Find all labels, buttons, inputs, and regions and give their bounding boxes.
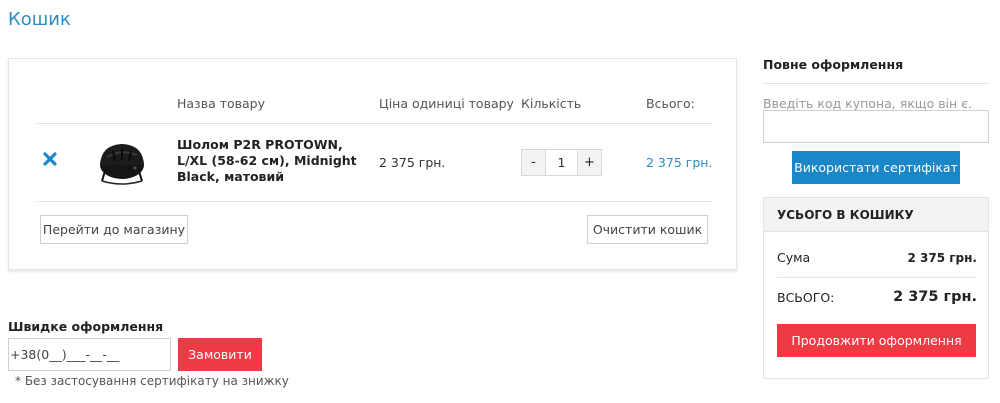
product-helmet-image[interactable]: [91, 135, 153, 189]
row-total: 2 375 грн.: [646, 155, 713, 170]
subtotal-row: Сума 2 375 грн.: [777, 250, 977, 265]
divider: [763, 83, 989, 84]
continue-checkout-button[interactable]: Продовжити оформлення: [777, 324, 976, 357]
coupon-input[interactable]: [763, 110, 989, 143]
subtotal-label: Сума: [777, 250, 811, 265]
column-header-price: Ціна одиниці товару: [379, 96, 514, 111]
apply-certificate-button[interactable]: Використати сертифікат: [792, 151, 960, 184]
remove-item-icon[interactable]: [43, 151, 57, 166]
quantity-input[interactable]: 1: [546, 149, 577, 176]
divider: [777, 277, 977, 278]
divider: [37, 123, 712, 124]
quick-checkout-note: * Без застосування сертифікату на знижку: [15, 374, 289, 388]
cart-totals-header: УСЬОГО В КОШИКУ: [764, 198, 988, 232]
grand-total-row: ВСЬОГО: 2 375 грн.: [777, 289, 977, 305]
grand-total-label: ВСЬОГО:: [777, 289, 835, 305]
clear-cart-button[interactable]: Очистити кошик: [587, 215, 708, 244]
product-name-link[interactable]: Шолом P2R PROTOWN, L/XL (58-62 см), Midn…: [177, 137, 362, 185]
quantity-increase-button[interactable]: +: [577, 149, 602, 176]
unit-price: 2 375 грн.: [379, 155, 446, 170]
quick-checkout-title: Швидке оформлення: [8, 319, 164, 334]
subtotal-value: 2 375 грн.: [907, 250, 977, 265]
column-header-total: Всього:: [646, 96, 695, 111]
phone-input[interactable]: +38(0__)___-__-__: [8, 338, 171, 371]
column-header-quantity: Кількість: [521, 96, 582, 111]
order-button[interactable]: Замовити: [178, 338, 262, 371]
grand-total-value: 2 375 грн.: [893, 289, 977, 305]
column-header-name: Назва товару: [177, 96, 265, 111]
cart-panel: Назва товару Ціна одиниці товару Кількіс…: [8, 58, 737, 270]
page-title: Кошик: [8, 9, 71, 30]
quantity-decrease-button[interactable]: -: [521, 149, 546, 176]
quantity-stepper: - 1 +: [521, 149, 602, 176]
continue-shopping-button[interactable]: Перейти до магазину: [40, 215, 188, 244]
divider: [37, 201, 712, 202]
cart-totals-panel: УСЬОГО В КОШИКУ Сума 2 375 грн. ВСЬОГО: …: [763, 197, 989, 379]
coupon-label: Введіть код купона, якщо він є.: [763, 96, 973, 111]
full-checkout-title: Повне оформлення: [763, 57, 904, 72]
